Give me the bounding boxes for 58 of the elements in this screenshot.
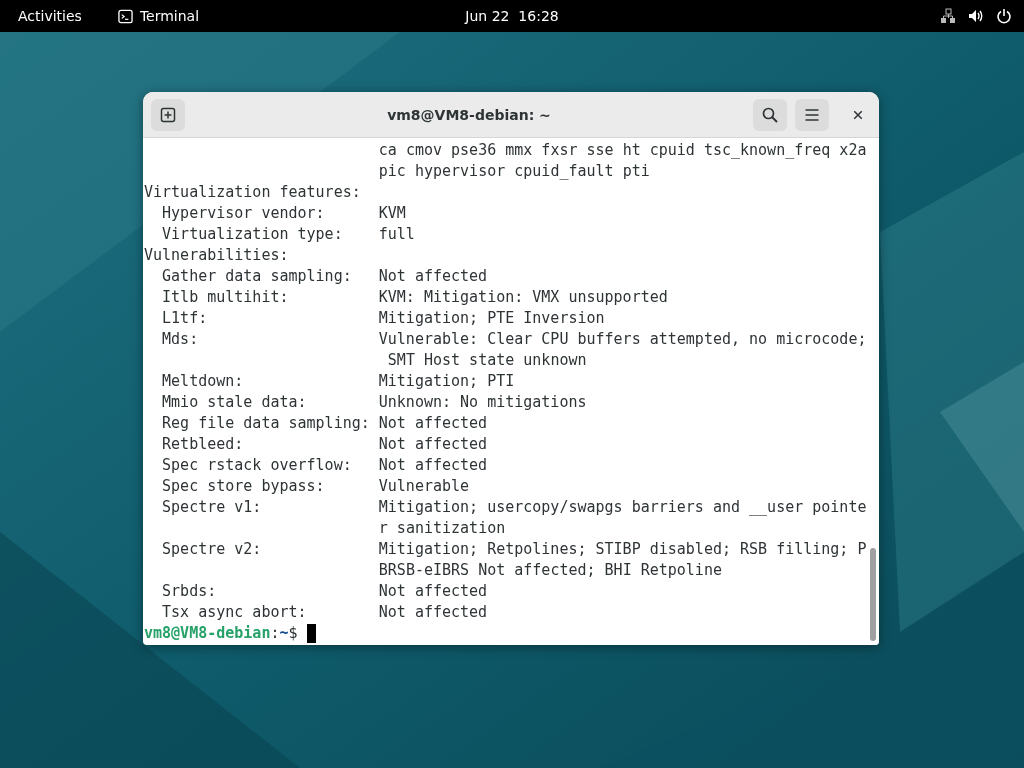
search-icon (762, 106, 778, 123)
terminal-text: Not affected (378, 413, 488, 434)
shell-prompt: vm8@VM8-debian:~$ (144, 623, 298, 644)
terminal-text: Mds: (161, 329, 200, 350)
terminal-text: full (378, 224, 415, 245)
close-icon (853, 109, 863, 120)
terminal-text: Spec store bypass: (161, 476, 326, 497)
terminal-text: Spec rstack overflow: (161, 455, 353, 476)
terminal-text: Virtualization type: (161, 224, 344, 245)
terminal-text: Virtualization features: (144, 182, 361, 203)
new-tab-button[interactable] (151, 98, 185, 131)
terminal-text: r sanitization (378, 518, 506, 539)
scrollbar-thumb[interactable] (870, 548, 876, 641)
terminal-text: Not affected (378, 455, 488, 476)
terminal-text: Not affected (378, 602, 488, 623)
terminal-text: Meltdown: (161, 371, 245, 392)
terminal-text: Not affected (378, 581, 488, 602)
terminal-text: Retbleed: (161, 434, 245, 455)
add-tab-icon (160, 106, 176, 123)
terminal-text: Mitigation; PTE Inversion (378, 308, 605, 329)
search-button[interactable] (753, 98, 787, 131)
volume-icon[interactable] (968, 8, 984, 24)
terminal-text: Mitigation; usercopy/swapgs barriers and __user pointe (378, 497, 867, 518)
menu-button[interactable] (795, 98, 829, 131)
clock[interactable]: Jun 22 16:28 (465, 8, 559, 24)
network-icon[interactable] (940, 8, 956, 24)
terminal-text: Mitigation; Retpolines; STIBP disabled; RSB filling; P (378, 539, 867, 560)
terminal-text: Vulnerable: Clear CPU buffers attempted, no microcode; (378, 329, 867, 350)
terminal-text: BRSB-eIBRS Not affected; BHI Retpoline (378, 560, 722, 581)
terminal-text: Reg file data sampling: (161, 413, 371, 434)
terminal-icon (117, 8, 133, 24)
terminal-text: Hypervisor vendor: (161, 203, 326, 224)
terminal-text: Mitigation; PTI (378, 371, 515, 392)
terminal-text: SMT Host state unknown (386, 350, 587, 371)
terminal-text: ca cmov pse36 mmx fxsr sse ht cpuid tsc_known_freq x2a (378, 140, 867, 161)
terminal-text: Unknown: No mitigations (378, 392, 587, 413)
terminal-text: Gather data sampling: (161, 266, 353, 287)
terminal-text: Mmio stale data: (161, 392, 308, 413)
app-menu[interactable]: Terminal (117, 8, 200, 24)
terminal-text: Not affected (378, 434, 488, 455)
terminal-text: KVM (378, 203, 406, 224)
terminal-text: KVM: Mitigation: VMX unsupported (378, 287, 668, 308)
terminal-text: Vulnerable (378, 476, 470, 497)
terminal-text: pic hypervisor cpuid_fault pti (378, 161, 650, 182)
scrollbar[interactable] (867, 138, 879, 645)
text-cursor (306, 624, 316, 643)
terminal-text: Tsx async abort: (161, 602, 308, 623)
terminal-text: Itlb multihit: (161, 287, 290, 308)
window-title: vm8@VM8-debian: ~ (386, 106, 552, 123)
power-icon[interactable] (996, 8, 1012, 24)
terminal-text: Vulnerabilities: (144, 245, 289, 266)
terminal-text: Spectre v1: (161, 497, 263, 518)
menu-icon (804, 106, 820, 123)
terminal-text: Srbds: (161, 581, 218, 602)
terminal-text: L1tf: (161, 308, 209, 329)
terminal-text: Not affected (378, 266, 488, 287)
terminal-text: Spectre v2: (161, 539, 263, 560)
activities-button[interactable]: Activities (18, 8, 82, 24)
